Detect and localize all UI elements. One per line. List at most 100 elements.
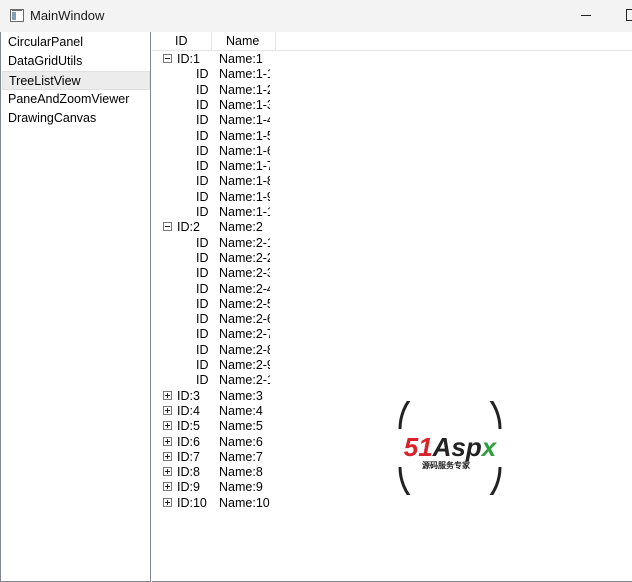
tree-child-row[interactable]: ID Name:2-7 [152,327,632,342]
window-app-icon [10,9,24,22]
sidebar-nav: CircularPanel DataGridUtils TreeListView… [0,32,151,582]
tree-child-row[interactable]: ID Name:1-8 [152,174,632,189]
tree-child-row[interactable]: ID Name:1-6 [152,144,632,159]
tree-cell-id: ID [196,235,209,250]
tree-child-row[interactable]: ID Name:1-9 [152,190,632,205]
tree-cell-name: Name:10 [219,495,270,510]
tree-cell-id: ID [196,189,209,204]
tree-cell-id: ID [196,174,209,189]
tree-row[interactable]: ID:10 Name:10 [152,496,632,511]
minimize-button[interactable] [566,0,606,32]
tree-cell-name: Name:1-3 [219,97,270,112]
tree-cell-name: Name:2-6 [219,312,270,327]
tree-child-row[interactable]: ID Name:1-4 [152,113,632,128]
sidebar-item-datagridutils[interactable]: DataGridUtils [2,52,150,71]
tree-child-row[interactable]: ID Name:1-1 [152,67,632,82]
tree-cell-id: ID [196,97,209,112]
tree-header: ID Name [152,32,632,51]
sidebar-item-paneandzoomviewer[interactable]: PaneAndZoomViewer [2,90,150,109]
tree-cell-name: Name:2 [219,220,263,235]
tree-child-row[interactable]: ID Name:2-6 [152,312,632,327]
expand-icon[interactable] [163,482,172,492]
tree-cell-id: ID [196,312,209,327]
expand-icon[interactable] [163,390,172,400]
tree-child-row[interactable]: ID Name:2-9 [152,358,632,373]
tree-cell-name: Name:4 [219,403,263,418]
tree-cell-name: Name:6 [219,434,263,449]
tree-cell-name: Name:3 [219,388,263,403]
tree-cell-id: ID [196,266,209,281]
tree-cell-id: ID [196,373,209,388]
tree-cell-id: ID [196,250,209,265]
watermark-tagline-text: 源码服务专家 [422,460,471,470]
tree-cell-id: ID:9 [177,480,200,495]
tree-cell-id: ID [196,113,209,128]
tree-cell-name: Name:7 [219,449,263,464]
tree-cell-name: Name:5 [219,419,263,434]
tree-list-view: ID Name ID:1 Name:1 ID Name:1-1 ID Name:1-2 ID… [152,32,632,582]
tree-row[interactable]: ID:1 Name:1 [152,52,632,67]
tree-child-row[interactable]: ID Name:2-3 [152,266,632,281]
expand-icon[interactable] [163,497,172,507]
tree-cell-id: ID [196,358,209,372]
tree-child-row[interactable]: ID Name:1-5 [152,129,632,144]
expand-icon[interactable] [163,421,172,431]
watermark-logo: 51Aspx 源码服务专家 [398,401,502,495]
tree-cell-id: ID:4 [177,403,200,418]
tree-cell-name: Name:1 [219,52,263,66]
column-header-id[interactable]: ID [152,32,212,51]
tree-cell-name: Name:1-1 [219,67,270,82]
tree-cell-name: Name:2-8 [219,342,270,357]
maximize-button[interactable] [612,0,632,32]
tree-child-row[interactable]: ID Name:2-8 [152,343,632,358]
sidebar-item-circularpanel[interactable]: CircularPanel [2,33,150,52]
tree-child-row[interactable]: ID Name:1-2 [152,83,632,98]
tree-cell-id: ID [196,67,209,82]
tree-cell-id: ID:7 [177,449,200,464]
expand-icon[interactable] [163,467,172,477]
tree-child-row[interactable]: ID Name:2-4 [152,282,632,297]
tree-cell-id: ID:10 [177,495,207,510]
tree-cell-id: ID:2 [177,220,200,235]
tree-cell-name: Name:1-6 [219,143,270,158]
tree-cell-name: Name:1-4 [219,113,270,128]
tree-cell-name: Name:9 [219,480,263,495]
collapse-icon[interactable] [163,222,172,232]
tree-cell-name: Name:8 [219,465,263,480]
tree-child-row[interactable]: ID Name:2-2 [152,251,632,266]
tree-cell-name: Name:1-8 [219,174,270,189]
expand-icon[interactable] [163,405,172,415]
tree-child-row[interactable]: ID Name:1-7 [152,159,632,174]
tree-cell-id: ID [196,281,209,296]
tree-cell-name: Name:1-2 [219,82,270,97]
tree-cell-name: Name:2-7 [219,327,270,342]
tree-child-row[interactable]: ID Name:1-3 [152,98,632,113]
column-header-name[interactable]: Name [212,32,276,51]
collapse-icon[interactable] [163,54,172,63]
tree-cell-name: Name:1-9 [219,189,270,204]
tree-cell-id: ID [196,296,209,311]
tree-cell-name: Name:1-10 [219,205,270,219]
expand-icon[interactable] [163,436,172,446]
sidebar-item-drawingcanvas[interactable]: DrawingCanvas [2,109,150,128]
tree-child-row[interactable]: ID Name:2-10 [152,373,632,388]
tree-child-row[interactable]: ID Name:2-5 [152,297,632,312]
tree-cell-id: ID [196,143,209,158]
tree-row[interactable]: ID:2 Name:2 [152,220,632,235]
tree-cell-id: ID:8 [177,465,200,480]
sidebar-item-treelistview[interactable]: TreeListView [2,71,150,90]
tree-cell-id: ID [196,327,209,342]
tree-cell-id: ID [196,82,209,97]
tree-child-row[interactable]: ID Name:1-10 [152,205,632,220]
tree-cell-name: Name:2-5 [219,296,270,311]
tree-cell-name: Name:1-5 [219,128,270,143]
tree-cell-name: Name:2-10 [219,373,270,388]
tree-cell-id: ID:6 [177,434,200,449]
window-title: MainWindow [30,8,105,23]
tree-cell-id: ID:5 [177,419,200,434]
tree-child-row[interactable]: ID Name:2-1 [152,236,632,251]
tree-cell-name: Name:1-7 [219,159,270,174]
tree-cell-name: Name:2-2 [219,250,270,265]
tree-cell-id: ID [196,128,209,143]
expand-icon[interactable] [163,451,172,461]
